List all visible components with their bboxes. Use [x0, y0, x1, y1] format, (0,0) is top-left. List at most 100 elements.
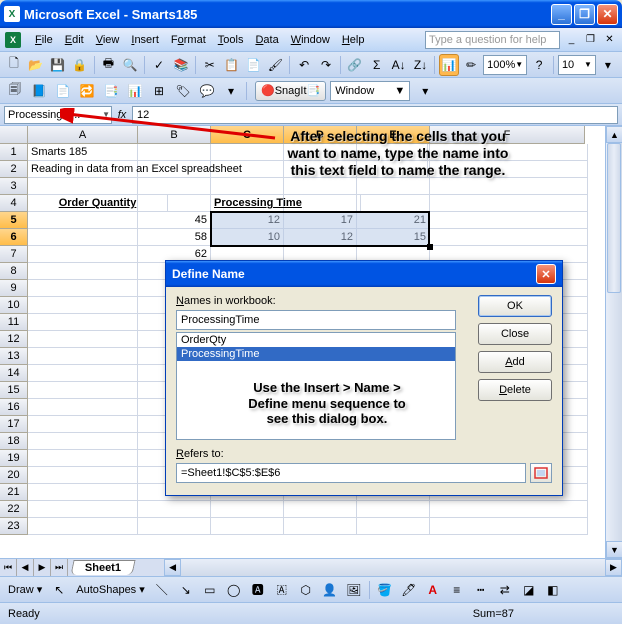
- scroll-down-button[interactable]: ▼: [606, 541, 622, 558]
- research-button[interactable]: 📚: [171, 54, 191, 76]
- spelling-button[interactable]: ✓: [149, 54, 169, 76]
- font-size-combo[interactable]: 10▼: [558, 55, 596, 75]
- tb2-btn2[interactable]: 📘: [28, 80, 50, 102]
- sort-desc-button[interactable]: Z↓: [411, 54, 431, 76]
- snagit-target-combo[interactable]: Window▼: [330, 81, 410, 101]
- snagit-button[interactable]: 🔴 SnagIt 📑: [255, 81, 326, 101]
- tb2-btn6[interactable]: 📊: [124, 80, 146, 102]
- row-header[interactable]: 22: [0, 501, 28, 518]
- tab-nav-first[interactable]: ⏮: [0, 559, 17, 576]
- cell[interactable]: 15: [357, 229, 430, 246]
- names-listbox[interactable]: OrderQty ProcessingTime: [176, 332, 456, 440]
- arrow-button[interactable]: ↘: [175, 579, 197, 601]
- name-box[interactable]: ProcessingTi...▼: [4, 106, 112, 124]
- help-search-input[interactable]: [425, 31, 560, 49]
- cell[interactable]: Processing Time: [211, 195, 361, 212]
- menu-file[interactable]: File: [29, 32, 59, 48]
- hyperlink-button[interactable]: 🔗: [345, 54, 365, 76]
- menu-data[interactable]: Data: [249, 32, 284, 48]
- redo-button[interactable]: ↷: [316, 54, 336, 76]
- fill-color-button[interactable]: 🪣: [374, 579, 396, 601]
- range-picker-button[interactable]: [530, 463, 552, 483]
- close-button[interactable]: ✕: [597, 4, 618, 25]
- cell[interactable]: Smarts 185: [28, 144, 428, 161]
- paste-button[interactable]: 📄: [244, 54, 264, 76]
- col-header[interactable]: C: [211, 126, 284, 144]
- line-button[interactable]: ＼: [151, 579, 173, 601]
- refers-to-input[interactable]: [176, 463, 526, 483]
- restore-button[interactable]: ❐: [574, 4, 595, 25]
- arrow-style-button[interactable]: ⇄: [494, 579, 516, 601]
- row-header[interactable]: 18: [0, 433, 28, 450]
- line-style-button[interactable]: ≡: [446, 579, 468, 601]
- rectangle-button[interactable]: ▭: [199, 579, 221, 601]
- help-button[interactable]: ?: [529, 54, 549, 76]
- row-header[interactable]: 21: [0, 484, 28, 501]
- row-header[interactable]: 7: [0, 246, 28, 263]
- drawing-toggle-button[interactable]: ✏: [461, 54, 481, 76]
- undo-button[interactable]: ↶: [294, 54, 314, 76]
- col-header[interactable]: E: [357, 126, 430, 144]
- row-header[interactable]: 15: [0, 382, 28, 399]
- cell[interactable]: 10: [211, 229, 284, 246]
- tb2-btn9[interactable]: 💬: [196, 80, 218, 102]
- scroll-up-button[interactable]: ▲: [606, 126, 622, 143]
- row-header[interactable]: 8: [0, 263, 28, 280]
- font-color-button[interactable]: A: [422, 579, 444, 601]
- menu-window[interactable]: Window: [285, 32, 336, 48]
- tab-nav-prev[interactable]: ◀: [17, 559, 34, 576]
- select-all-corner[interactable]: [0, 126, 28, 144]
- new-button[interactable]: 🗋: [4, 54, 24, 76]
- ok-button[interactable]: OK: [478, 295, 552, 317]
- sheet-tab[interactable]: Sheet1: [70, 560, 135, 575]
- close-dialog-button[interactable]: Close: [478, 323, 552, 345]
- line-color-button[interactable]: 🖊: [398, 579, 420, 601]
- tb2-btn7[interactable]: ⊞: [148, 80, 170, 102]
- delete-button[interactable]: Delete: [478, 379, 552, 401]
- row-header[interactable]: 16: [0, 399, 28, 416]
- cut-button[interactable]: ✂: [200, 54, 220, 76]
- row-header[interactable]: 5: [0, 212, 28, 229]
- cell[interactable]: 21: [357, 212, 430, 229]
- dash-style-button[interactable]: ┅: [470, 579, 492, 601]
- col-header[interactable]: B: [138, 126, 211, 144]
- fill-handle[interactable]: [427, 244, 433, 250]
- fx-button[interactable]: fx: [112, 109, 132, 121]
- tab-nav-next[interactable]: ▶: [34, 559, 51, 576]
- cell[interactable]: 12: [284, 229, 357, 246]
- tb2-btn3[interactable]: 📄: [52, 80, 74, 102]
- wordart-button[interactable]: 🇦: [271, 579, 293, 601]
- menu-view[interactable]: View: [90, 32, 126, 48]
- cell[interactable]: 12: [211, 212, 284, 229]
- col-header[interactable]: A: [28, 126, 138, 144]
- diagram-button[interactable]: ⬡: [295, 579, 317, 601]
- col-header[interactable]: F: [430, 126, 585, 144]
- sort-asc-button[interactable]: A↓: [389, 54, 409, 76]
- row-header[interactable]: 11: [0, 314, 28, 331]
- chart-wizard-button[interactable]: 📊: [439, 54, 459, 76]
- col-header[interactable]: D: [284, 126, 357, 144]
- row-header[interactable]: 6: [0, 229, 28, 246]
- list-item[interactable]: ProcessingTime: [177, 347, 455, 361]
- dialog-titlebar[interactable]: Define Name ✕: [166, 261, 562, 287]
- tb2-btn5[interactable]: 📑: [100, 80, 122, 102]
- menu-tools[interactable]: Tools: [212, 32, 250, 48]
- mdi-minimize-button[interactable]: _: [564, 32, 579, 47]
- row-header[interactable]: 14: [0, 365, 28, 382]
- workbook-icon[interactable]: X: [5, 32, 21, 48]
- minimize-button[interactable]: _: [551, 4, 572, 25]
- snagit-overflow-button[interactable]: ▾: [414, 80, 436, 102]
- cell[interactable]: 58: [138, 229, 211, 246]
- oval-button[interactable]: ◯: [223, 579, 245, 601]
- tb2-btn4[interactable]: 🔁: [76, 80, 98, 102]
- autosum-button[interactable]: Σ: [367, 54, 387, 76]
- horizontal-scrollbar[interactable]: ◀ ▶: [164, 559, 622, 576]
- textbox-button[interactable]: 🅰: [247, 579, 269, 601]
- 3d-button[interactable]: ◧: [542, 579, 564, 601]
- open-button[interactable]: 📂: [26, 54, 46, 76]
- add-button[interactable]: Add: [478, 351, 552, 373]
- row-header[interactable]: 13: [0, 348, 28, 365]
- print-preview-button[interactable]: 🔍: [120, 54, 140, 76]
- row-header[interactable]: 12: [0, 331, 28, 348]
- menu-edit[interactable]: Edit: [59, 32, 90, 48]
